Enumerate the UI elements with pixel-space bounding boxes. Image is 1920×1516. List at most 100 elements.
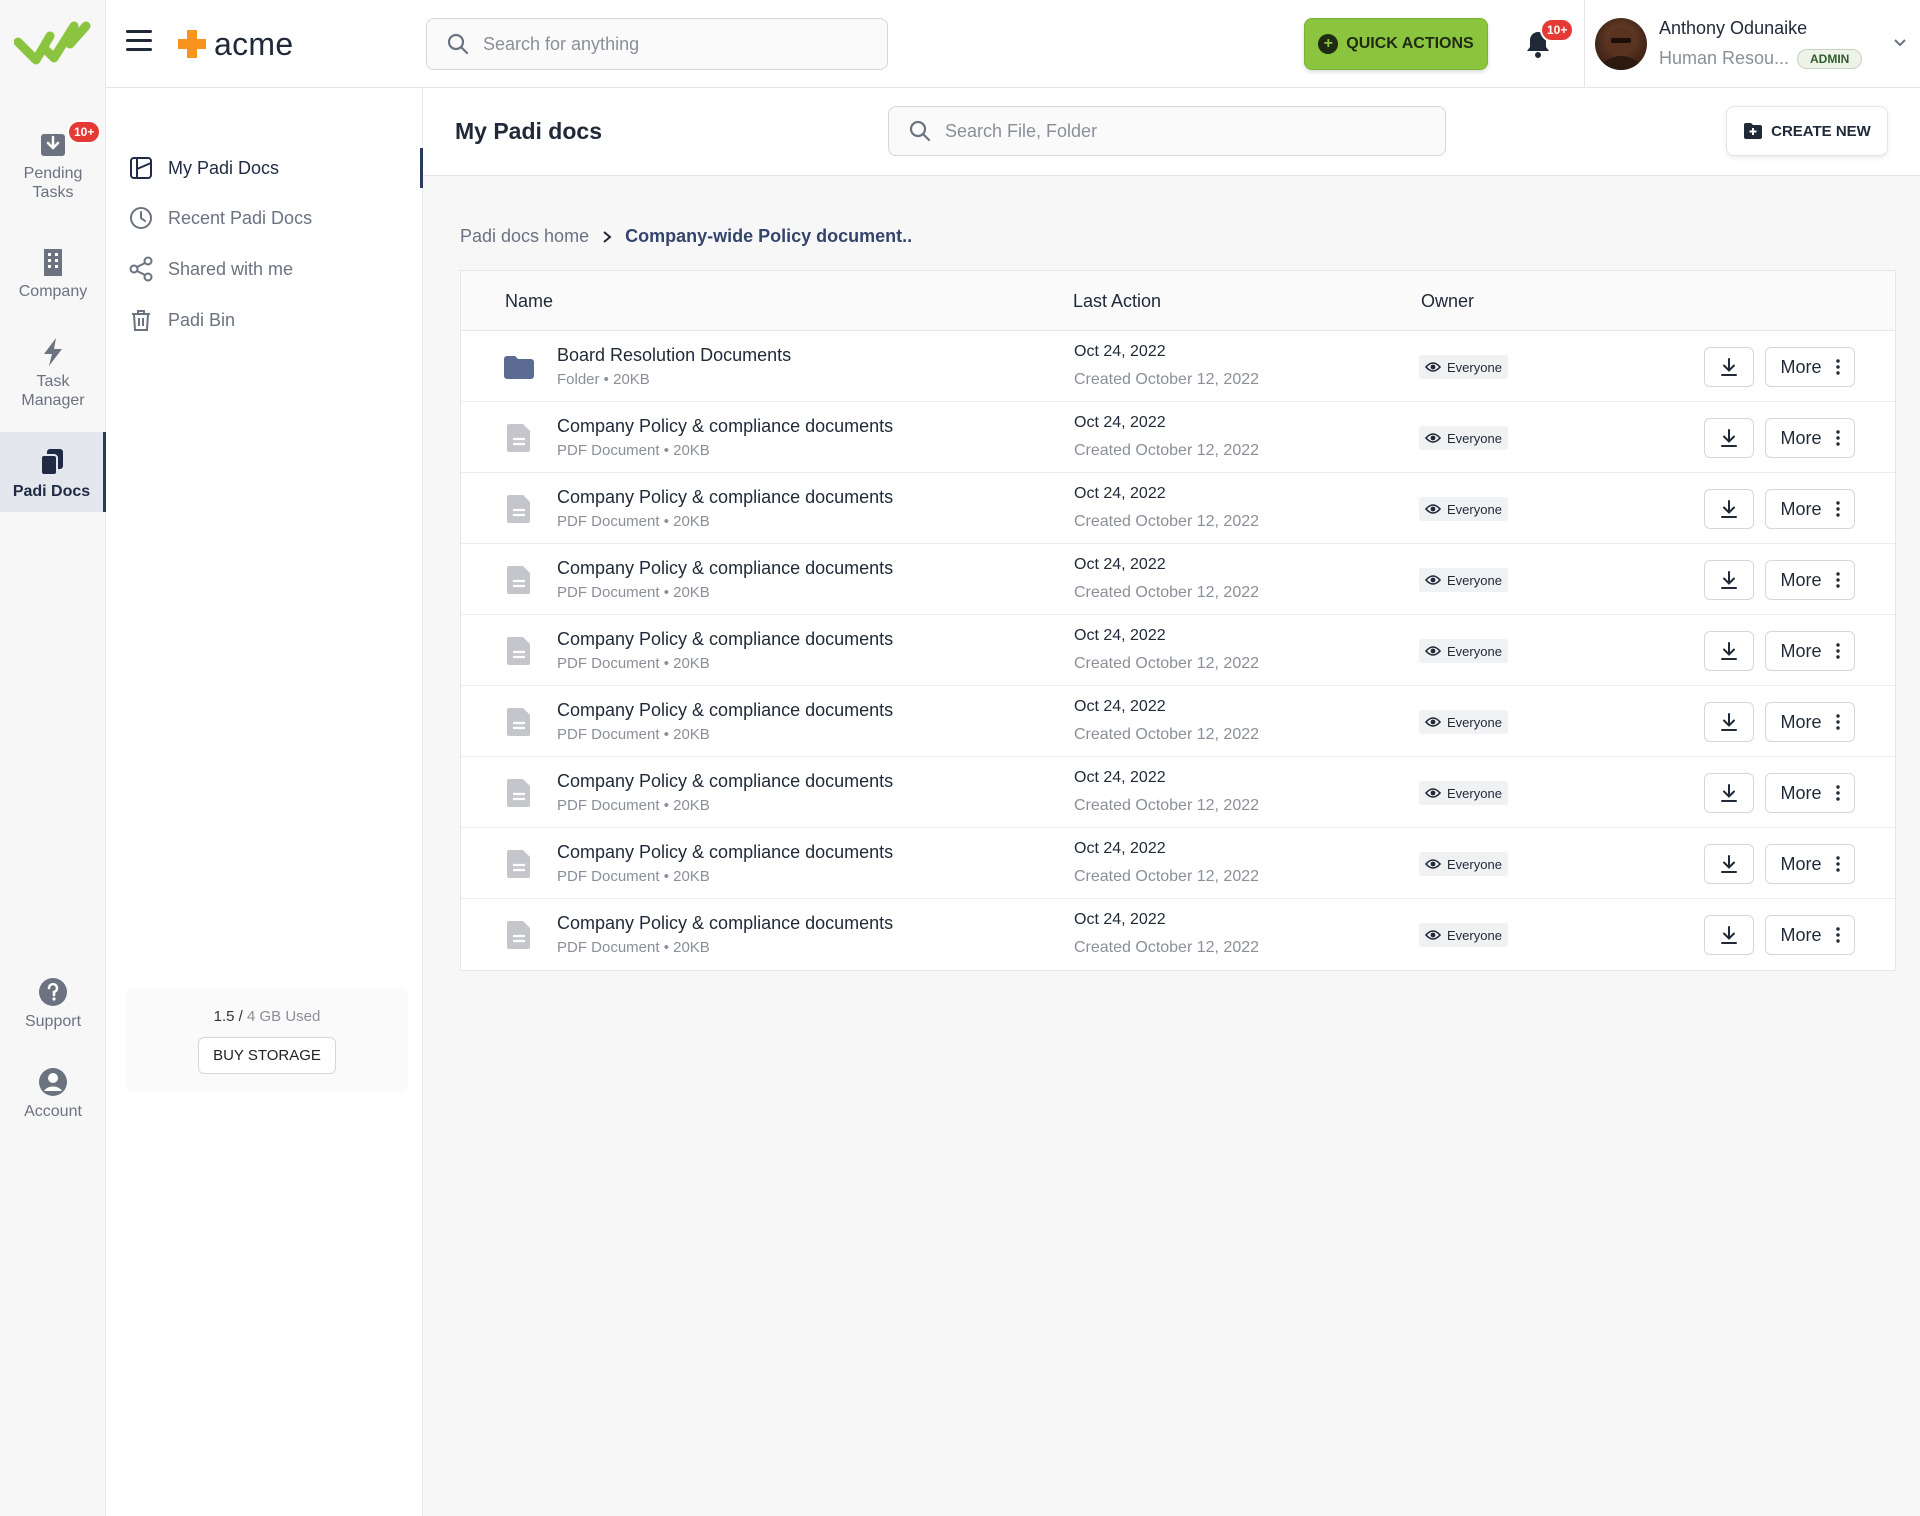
download-button[interactable]	[1704, 560, 1754, 600]
notifications-button[interactable]: 10+	[1522, 18, 1575, 60]
row-created: Created October 12, 2022	[1074, 442, 1260, 459]
rail-label: Company	[18, 283, 88, 300]
more-button[interactable]: More	[1765, 773, 1855, 813]
global-search[interactable]	[426, 18, 888, 70]
chevron-down-icon[interactable]	[1893, 36, 1907, 50]
breadcrumb: Padi docs home Company-wide Policy docum…	[460, 226, 912, 247]
row-last-action: Oct 24, 2022	[1074, 840, 1166, 857]
clock-icon	[130, 207, 152, 229]
row-name[interactable]: Company Policy & compliance documents	[557, 913, 893, 934]
subnav-item-my-padi-docs[interactable]: My Padi Docs	[106, 148, 423, 188]
rail-item-support[interactable]: Support	[0, 976, 106, 1031]
row-name[interactable]: Company Policy & compliance documents	[557, 700, 893, 721]
row-name[interactable]: Board Resolution Documents	[557, 345, 791, 366]
rail-item-task-manager[interactable]: Task Manager	[0, 336, 106, 410]
table-row[interactable]: Company Policy & compliance documents PD…	[461, 544, 1895, 615]
row-created: Created October 12, 2022	[1074, 655, 1260, 672]
user-name: Anthony Odunaike	[1659, 18, 1808, 38]
more-button[interactable]: More	[1765, 631, 1855, 671]
brand[interactable]: acme	[176, 24, 293, 64]
table-row[interactable]: Company Policy & compliance documents PD…	[461, 757, 1895, 828]
document-icon	[503, 493, 535, 525]
rail-item-account[interactable]: Account	[0, 1066, 106, 1121]
download-button[interactable]	[1704, 844, 1754, 884]
search-icon	[447, 33, 469, 55]
user-menu[interactable]: Anthony Odunaike Human Resou... ADMIN	[1584, 0, 1920, 88]
trash-icon	[132, 310, 150, 331]
row-meta: PDF Document • 20KB	[557, 655, 710, 672]
file-search[interactable]	[888, 106, 1446, 156]
page-title: My Padi docs	[455, 118, 602, 144]
row-created: Created October 12, 2022	[1074, 868, 1260, 885]
subnav-label: Recent Padi Docs	[168, 207, 313, 228]
download-button[interactable]	[1704, 702, 1754, 742]
file-search-input[interactable]	[945, 107, 1425, 155]
quick-actions-button[interactable]: + QUICK ACTIONS	[1304, 18, 1488, 70]
rail-item-pending-tasks[interactable]: 10+ Pending Tasks	[0, 120, 106, 202]
more-button[interactable]: More	[1765, 844, 1855, 884]
kebab-icon	[1835, 785, 1840, 801]
subnav-item-padi-bin[interactable]: Padi Bin	[106, 300, 423, 340]
breadcrumb-home[interactable]: Padi docs home	[460, 226, 589, 247]
row-name[interactable]: Company Policy & compliance documents	[557, 416, 893, 437]
rail-label: Account	[24, 1103, 82, 1120]
row-name[interactable]: Company Policy & compliance documents	[557, 487, 893, 508]
global-search-input[interactable]	[483, 19, 873, 69]
row-created: Created October 12, 2022	[1074, 797, 1260, 814]
more-label: More	[1780, 498, 1822, 519]
row-meta: PDF Document • 20KB	[557, 868, 710, 885]
subnav-item-shared-with-me[interactable]: Shared with me	[106, 249, 423, 289]
row-last-action: Oct 24, 2022	[1074, 414, 1166, 431]
create-new-button[interactable]: CREATE NEW	[1726, 106, 1888, 156]
download-icon	[1721, 926, 1737, 944]
rail-item-company[interactable]: Company	[0, 246, 106, 301]
table-row[interactable]: Company Policy & compliance documents PD…	[461, 899, 1895, 970]
column-name[interactable]: Name	[505, 291, 553, 312]
table-row[interactable]: Company Policy & compliance documents PD…	[461, 686, 1895, 757]
column-last-action[interactable]: Last Action	[1073, 291, 1161, 312]
download-button[interactable]	[1704, 347, 1754, 387]
table-row[interactable]: Company Policy & compliance documents PD…	[461, 615, 1895, 686]
user-circle-icon	[37, 1066, 69, 1098]
download-button[interactable]	[1704, 418, 1754, 458]
download-button[interactable]	[1704, 773, 1754, 813]
my-docs-icon	[130, 157, 152, 179]
app-logo-icon[interactable]	[14, 14, 92, 74]
download-button[interactable]	[1704, 631, 1754, 671]
more-button[interactable]: More	[1765, 702, 1855, 742]
more-button[interactable]: More	[1765, 915, 1855, 955]
menu-icon[interactable]	[126, 30, 152, 54]
subnav-label: Shared with me	[168, 258, 294, 279]
more-label: More	[1780, 782, 1822, 803]
table-row[interactable]: Company Policy & compliance documents PD…	[461, 828, 1895, 899]
row-name[interactable]: Company Policy & compliance documents	[557, 558, 893, 579]
row-name[interactable]: Company Policy & compliance documents	[557, 842, 893, 863]
column-owner[interactable]: Owner	[1421, 291, 1474, 312]
breadcrumb-current[interactable]: Company-wide Policy document..	[625, 226, 912, 247]
buy-storage-button[interactable]: BUY STORAGE	[198, 1037, 336, 1074]
more-button[interactable]: More	[1765, 347, 1855, 387]
owner-chip: Everyone	[1419, 852, 1508, 876]
more-button[interactable]: More	[1765, 418, 1855, 458]
owner-label: Everyone	[1447, 572, 1502, 588]
row-name[interactable]: Company Policy & compliance documents	[557, 629, 893, 650]
table-row[interactable]: Company Policy & compliance documents PD…	[461, 402, 1895, 473]
owner-label: Everyone	[1447, 501, 1502, 517]
row-name[interactable]: Company Policy & compliance documents	[557, 771, 893, 792]
owner-label: Everyone	[1447, 643, 1502, 659]
owner-label: Everyone	[1447, 785, 1502, 801]
chevron-right-icon	[603, 230, 612, 243]
more-button[interactable]: More	[1765, 560, 1855, 600]
table-row[interactable]: Company Policy & compliance documents PD…	[461, 473, 1895, 544]
eye-icon	[1425, 859, 1441, 869]
eye-icon	[1425, 646, 1441, 656]
more-button[interactable]: More	[1765, 489, 1855, 529]
rail-item-padi-docs[interactable]: Padi Docs	[0, 432, 106, 512]
owner-chip: Everyone	[1419, 923, 1508, 947]
subnav-item-recent-padi-docs[interactable]: Recent Padi Docs	[106, 198, 423, 238]
download-button[interactable]	[1704, 489, 1754, 529]
row-last-action: Oct 24, 2022	[1074, 343, 1166, 360]
table-row[interactable]: Board Resolution Documents Folder • 20KB…	[461, 331, 1895, 402]
download-button[interactable]	[1704, 915, 1754, 955]
document-icon	[503, 848, 535, 880]
